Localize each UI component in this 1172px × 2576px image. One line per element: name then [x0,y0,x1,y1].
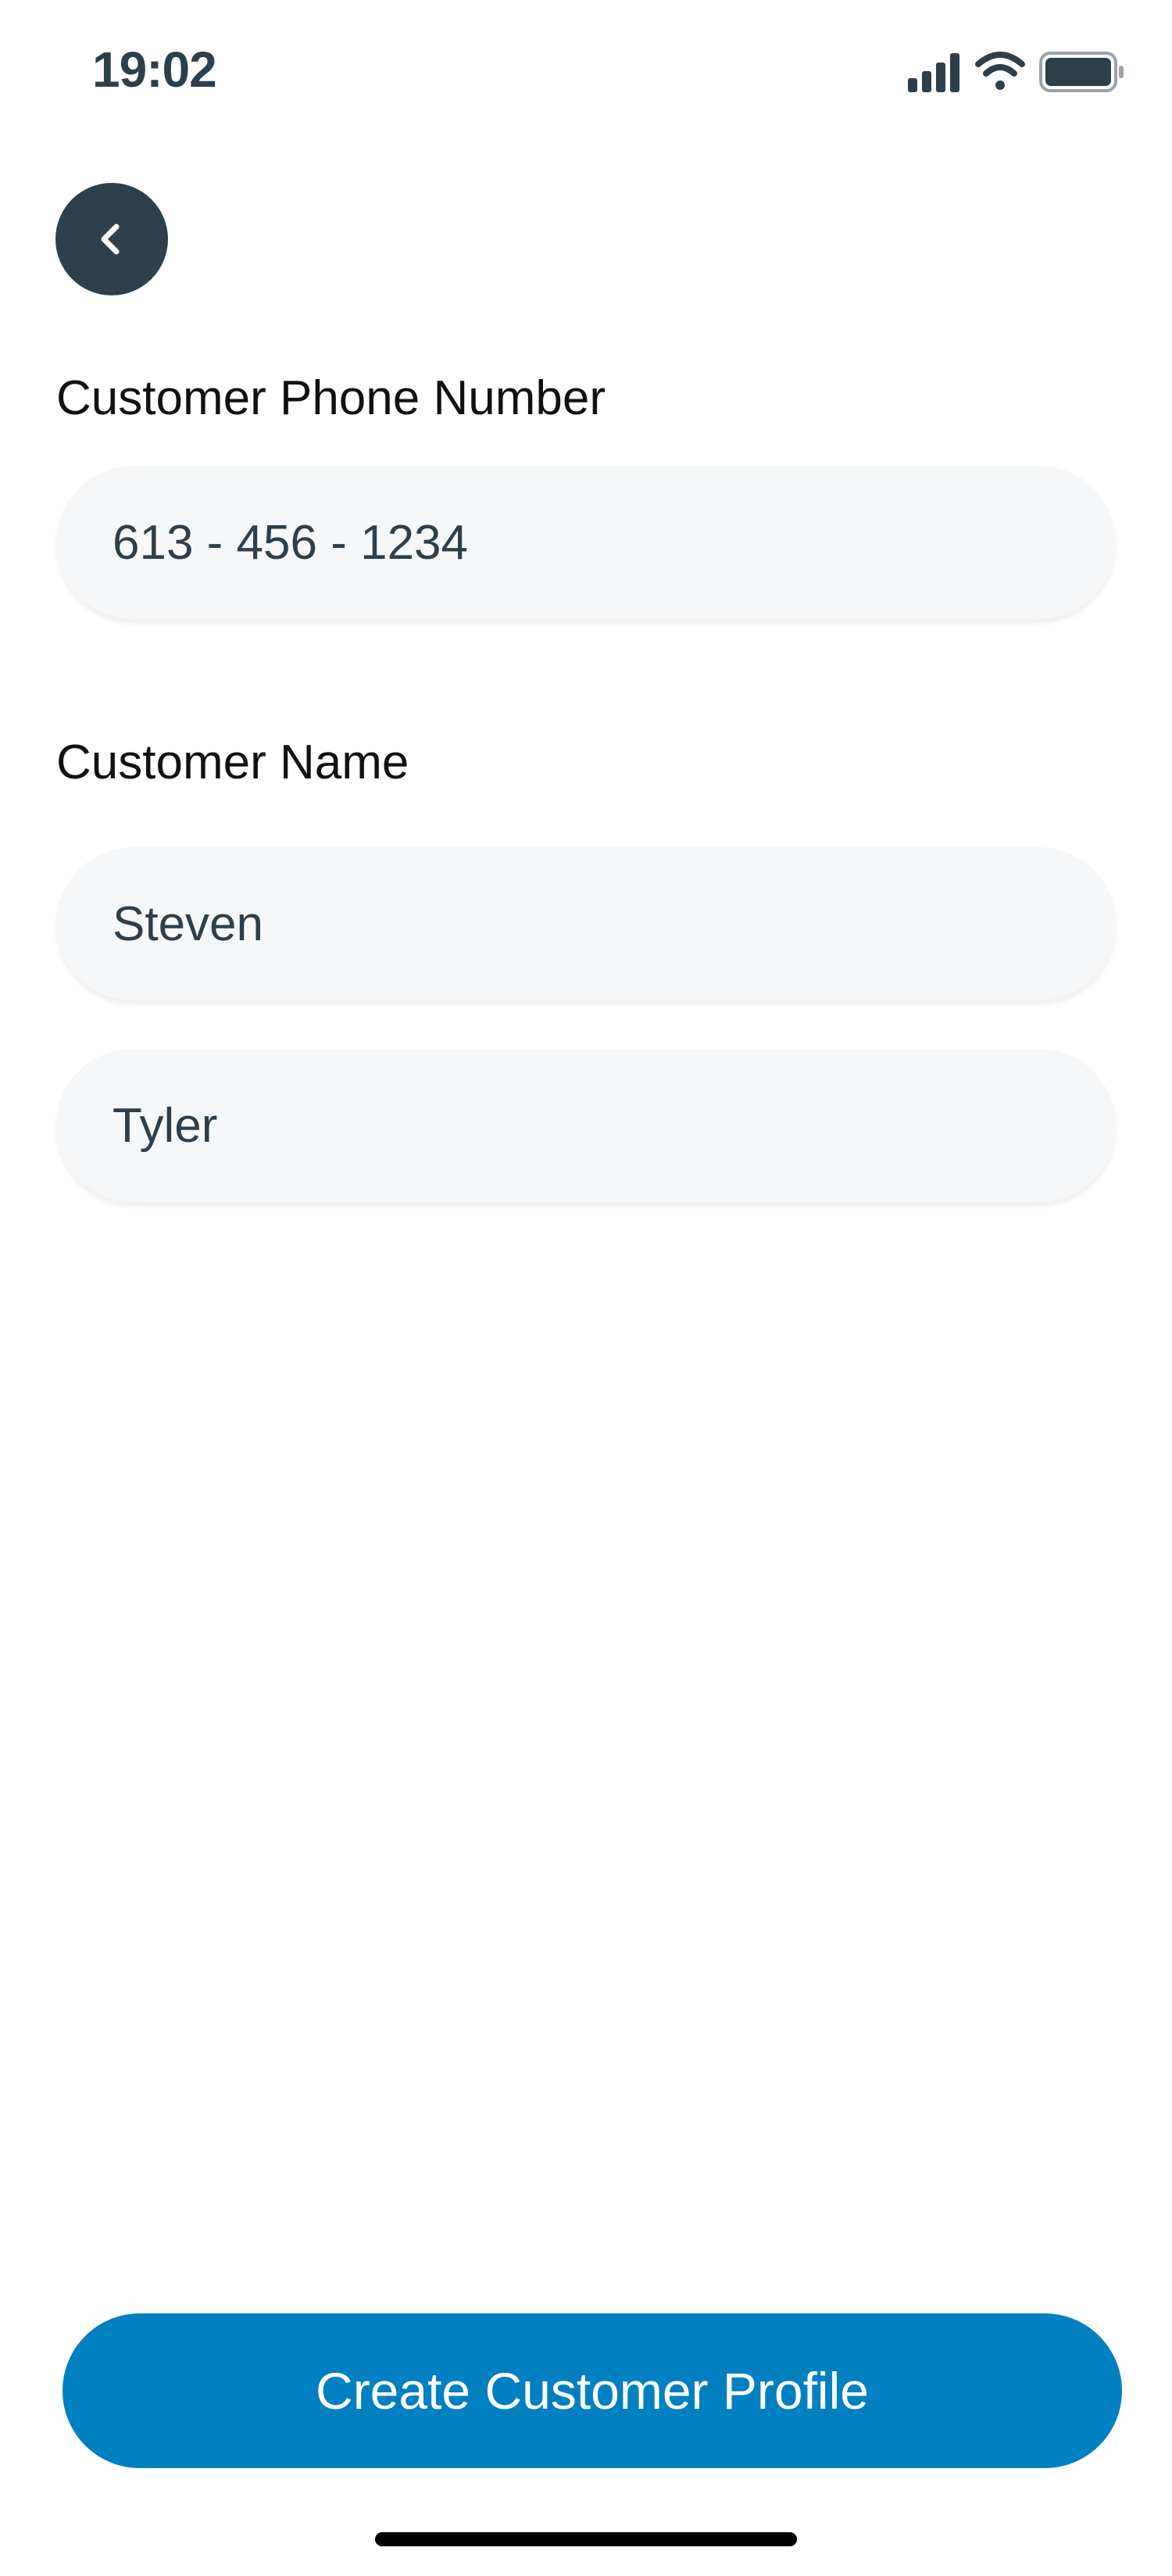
first-name-field[interactable]: Steven [56,847,1116,1000]
status-time: 19:02 [92,41,217,98]
wifi-icon [975,52,1025,90]
home-indicator [375,2532,797,2546]
phone-field-value: 613 - 456 - 1234 [113,515,469,570]
status-bar: 19:02 [0,0,1172,148]
first-name-value: Steven [113,896,264,951]
cellular-signal-icon [908,53,959,92]
back-button[interactable] [55,183,168,295]
create-customer-profile-button[interactable]: Create Customer Profile [63,2313,1122,2468]
create-button-label: Create Customer Profile [316,2362,869,2420]
name-label: Customer Name [56,735,409,789]
phone-field[interactable]: 613 - 456 - 1234 [56,466,1116,619]
last-name-field[interactable]: Tyler [56,1049,1116,1202]
status-icons [908,52,1124,92]
last-name-value: Tyler [113,1098,218,1153]
phone-label: Customer Phone Number [56,371,606,425]
battery-icon [1039,52,1124,92]
chevron-left-icon [101,224,120,255]
